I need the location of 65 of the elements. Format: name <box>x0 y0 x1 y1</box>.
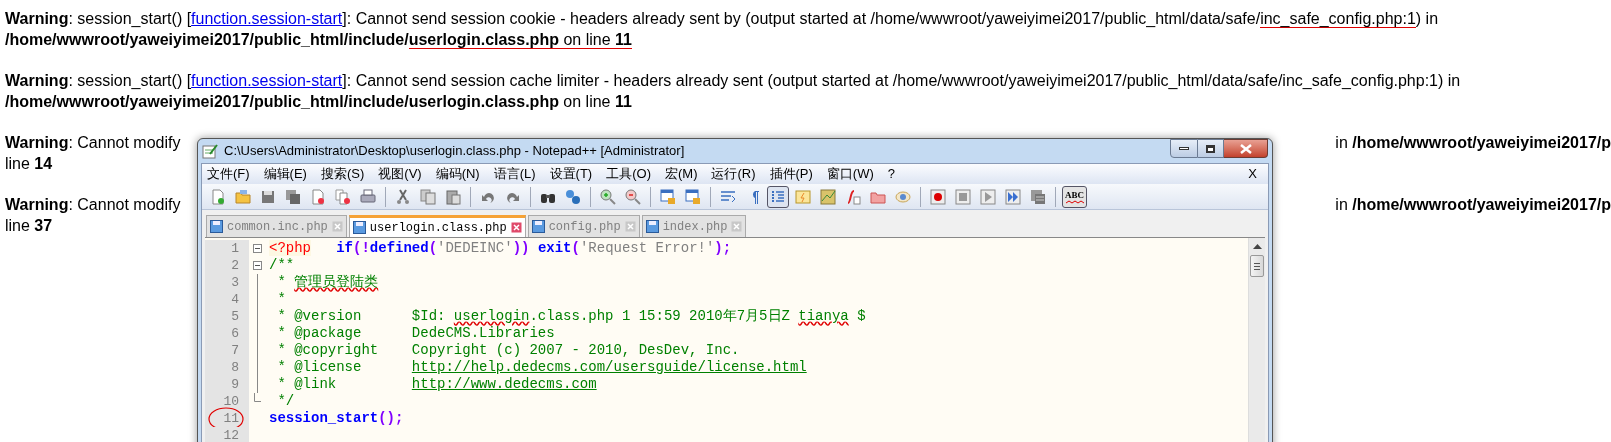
close-document-button[interactable]: X <box>1248 164 1263 184</box>
line-number: 5 <box>231 307 239 326</box>
maximize-button[interactable] <box>1198 139 1224 158</box>
code-line: * @link http://www.dedecms.com <box>276 376 597 393</box>
code-line: session_start(); <box>268 410 404 427</box>
menu-item[interactable]: 视图(V) <box>378 164 422 184</box>
line-number: 8 <box>231 358 239 377</box>
warning-message: Warning: Cannot modify <box>5 133 181 153</box>
menu-item[interactable]: 搜索(S) <box>320 164 365 184</box>
warning-message: Warning: session_start() [function.session-start]: Cannot send session cookie - headers already sent by (output started at /home/wwwroot/yaweiyimei2017/public_html/data/safe/inc_safe_config.php:1) in /home/wwwroot/yaweiyimei2017/public_html/include/userlogin.class.php on line 11 <box>5 9 1440 50</box>
warning-message: in /home/wwwroot/yaweiyimei2017/p <box>1335 195 1611 215</box>
save-icon <box>645 220 659 233</box>
menu-item[interactable]: 窗口(W) <box>826 164 874 184</box>
menu-item[interactable]: ? <box>887 164 896 184</box>
code-line: * @version $Id: userlogin.class.php 1 15:59 2010年7月5日Z tianya $ <box>276 308 866 325</box>
menu-item[interactable]: 文件(F) <box>207 164 250 184</box>
code-line: */ <box>276 393 295 410</box>
line-number: 10 <box>223 392 239 411</box>
code-line: * @copyright Copyright (c) 2007 - 2010, DesDev, Inc. <box>276 342 740 359</box>
warning-line-number: line 14 <box>5 155 53 172</box>
warning-message: in /home/wwwroot/yaweiyimei2017/p <box>1335 133 1611 153</box>
line-number: 4 <box>231 290 239 309</box>
menu-item[interactable]: 宏(M) <box>664 164 698 184</box>
code-line: * @license http://help.dedecms.com/usersguide/license.html <box>276 359 807 376</box>
fold-toggle-icon[interactable] <box>252 261 262 270</box>
code-line: <?php if(!defined('DEDEINC')) exit('Request Error!'); <box>268 240 732 257</box>
squiggle-icon <box>1065 199 1084 204</box>
code-line: /** <box>268 257 295 274</box>
fold-toggle-icon[interactable] <box>252 244 262 253</box>
line-number: 7 <box>231 341 239 360</box>
vertical-scrollbar[interactable] <box>1248 238 1265 442</box>
menu-item[interactable]: 编码(N) <box>435 164 480 184</box>
close-tab-icon[interactable] <box>510 222 522 233</box>
save-icon <box>210 220 223 233</box>
menu-item[interactable]: 运行(R) <box>711 164 756 184</box>
indent-guide-icon[interactable] <box>767 185 789 208</box>
warning-message: Warning: Cannot modify <box>5 195 181 215</box>
file-tab[interactable]: userlogin.class.php <box>348 215 526 237</box>
menu-item[interactable]: 插件(P) <box>769 164 813 184</box>
minimize-button[interactable] <box>1170 139 1198 158</box>
menu-item[interactable]: 编辑(E) <box>263 164 307 184</box>
line-number: 9 <box>231 375 239 394</box>
scrollbar-thumb[interactable] <box>1250 255 1264 277</box>
scroll-up-icon[interactable] <box>1252 244 1262 249</box>
line-number: 2 <box>231 256 239 275</box>
code-line: * @package DedeCMS.Libraries <box>276 325 555 342</box>
warning-message: Warning: session_start() [function.session-start]: Cannot send session cache limiter - headers already sent (output started at /home/wwwroot/yaweiyimei2017/public_html/data/safe/inc_safe_config.php:1) in /home/wwwroot/yaweiyimei2017/public_html/include/userlogin.class.php on line 11 <box>5 71 1462 112</box>
code-line: * 管理员登陆类 <box>276 274 379 291</box>
menu-item[interactable]: 语言(L) <box>493 164 536 184</box>
menu-item[interactable]: 工具(O) <box>606 164 651 184</box>
close-button[interactable] <box>1224 139 1268 158</box>
notepad-icon <box>202 143 218 159</box>
save-icon <box>531 220 545 233</box>
close-icon <box>1239 143 1252 154</box>
line-number: 12 <box>223 426 239 442</box>
code-line: * <box>276 291 286 308</box>
line-number: 11 <box>223 409 239 428</box>
menu-item[interactable]: 设置(T) <box>549 164 593 184</box>
line-number: 1 <box>231 239 239 258</box>
warning-line-number: line 37 <box>5 217 53 234</box>
line-number: 3 <box>231 273 239 292</box>
save-icon <box>352 221 366 234</box>
window-title: C:\Users\Administrator\Desktop\userlogin.class.php - Notepad++ [Administrator] <box>224 142 685 161</box>
spell-check-button[interactable]: ABC <box>1062 185 1087 208</box>
line-number: 6 <box>231 324 239 343</box>
